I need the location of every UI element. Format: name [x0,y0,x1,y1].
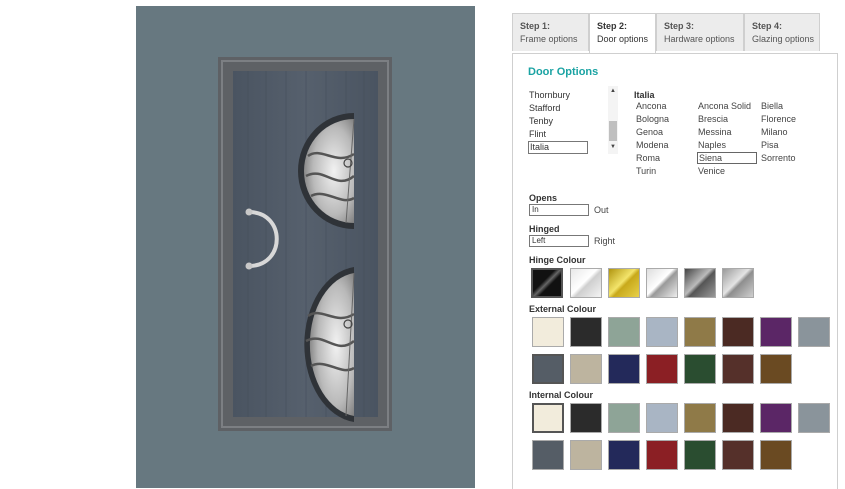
hinge-swatch-gold[interactable] [608,268,640,298]
internal-colour-label: Internal Colour [529,390,594,400]
internal-swatch-grey[interactable] [798,403,830,433]
range-title: Italia [634,90,655,100]
external-swatch-cream[interactable] [532,317,564,347]
hinged-right-option[interactable]: Right [594,236,615,246]
door-options-content: Door Options ... Thornbury Stafford Tenb… [512,53,838,489]
model-option[interactable]: Biella [761,100,783,112]
model-option[interactable]: Bologna [636,113,669,125]
external-swatch-red[interactable] [646,354,678,384]
tab-glazing-options[interactable]: Step 4: Glazing options [744,13,820,51]
external-swatch-rosewood[interactable] [722,317,754,347]
list-item-selected[interactable]: Italia [528,141,588,154]
model-option[interactable]: Florence [761,113,796,125]
model-option[interactable]: Turin [636,165,656,177]
model-option[interactable]: Sorrento [761,152,796,164]
model-option[interactable]: Venice [698,165,725,177]
external-swatch-stone[interactable] [570,354,602,384]
opens-label: Opens [529,193,558,203]
external-swatch-golden-oak[interactable] [684,317,716,347]
internal-swatch-mahogany[interactable] [722,440,754,470]
hinge-swatch-chrome[interactable] [646,268,678,298]
hinged-left-option[interactable]: Left [529,235,589,247]
external-swatch-grey[interactable] [798,317,830,347]
hinged-label: Hinged [529,224,560,234]
tab-frame-options[interactable]: Step 1: Frame options [512,13,589,51]
model-option[interactable]: Messina [698,126,732,138]
tab-name-label: Hardware options [664,34,735,44]
hinge-swatch-graphite[interactable] [684,268,716,298]
model-option-selected[interactable]: Siena [697,152,757,164]
external-swatch-mahogany[interactable] [722,354,754,384]
list-item[interactable]: Tenby [529,115,553,127]
external-swatch-green[interactable] [684,354,716,384]
tab-step-label: Step 3: [664,21,695,31]
tab-door-options[interactable]: Step 2: Door options [589,13,656,53]
scroll-thumb[interactable] [609,121,617,141]
internal-swatch-cream[interactable] [532,403,564,433]
opens-in-option[interactable]: In [529,204,589,216]
tab-step-label: Step 4: [752,21,783,31]
tab-hardware-options[interactable]: Step 3: Hardware options [656,13,744,51]
internal-swatch-sage[interactable] [608,403,640,433]
range-listbox[interactable]: ... Thornbury Stafford Tenby Flint Itali… [528,86,619,164]
list-item[interactable]: Thornbury [529,89,570,101]
tab-name-label: Frame options [520,34,578,44]
external-swatch-sage[interactable] [608,317,640,347]
external-swatch-light-blue[interactable] [646,317,678,347]
internal-swatch-stone[interactable] [570,440,602,470]
internal-swatch-rosewood[interactable] [722,403,754,433]
model-option[interactable]: Modena [636,139,669,151]
door-preview [136,6,475,488]
internal-swatch-anthracite[interactable] [532,440,564,470]
internal-swatch-navy[interactable] [608,440,640,470]
internal-swatch-purple[interactable] [760,403,792,433]
door-illustration [218,57,392,431]
external-swatch-oak[interactable] [760,354,792,384]
list-item[interactable]: Flint [529,128,546,140]
scroll-down-icon[interactable]: ▼ [608,142,618,152]
model-option[interactable]: Brescia [698,113,728,125]
model-option[interactable]: Ancona [636,100,667,112]
page-title: Door Options [528,66,599,78]
internal-swatch-golden-oak[interactable] [684,403,716,433]
tab-name-label: Door options [597,34,649,44]
range-listbox-scrollbar[interactable]: ▲ ▼ [608,86,618,154]
model-option[interactable]: Pisa [761,139,779,151]
hinge-swatch-silver[interactable] [722,268,754,298]
external-swatch-black[interactable] [570,317,602,347]
hinge-colour-label: Hinge Colour [529,255,586,265]
hinge-swatch-black[interactable] [531,268,563,298]
tab-name-label: Glazing options [752,34,815,44]
model-option[interactable]: Ancona Solid [698,100,751,112]
external-swatch-purple[interactable] [760,317,792,347]
external-swatch-navy[interactable] [608,354,640,384]
external-colour-label: External Colour [529,304,597,314]
model-option[interactable]: Milano [761,126,788,138]
model-option[interactable]: Genoa [636,126,663,138]
door-panel [233,71,378,417]
list-item[interactable]: Stafford [529,102,560,114]
hinge-swatch-white[interactable] [570,268,602,298]
internal-swatch-black[interactable] [570,403,602,433]
internal-swatch-red[interactable] [646,440,678,470]
model-option[interactable]: Naples [698,139,726,151]
tab-step-label: Step 2: [597,21,628,31]
internal-swatch-green[interactable] [684,440,716,470]
tab-step-label: Step 1: [520,21,551,31]
scroll-up-icon[interactable]: ▲ [608,86,618,96]
internal-swatch-light-blue[interactable] [646,403,678,433]
opens-out-option[interactable]: Out [594,205,609,215]
configurator-panel: Step 1: Frame options Step 2: Door optio… [509,10,839,489]
model-option[interactable]: Roma [636,152,660,164]
internal-swatch-oak[interactable] [760,440,792,470]
external-swatch-anthracite[interactable] [532,354,564,384]
